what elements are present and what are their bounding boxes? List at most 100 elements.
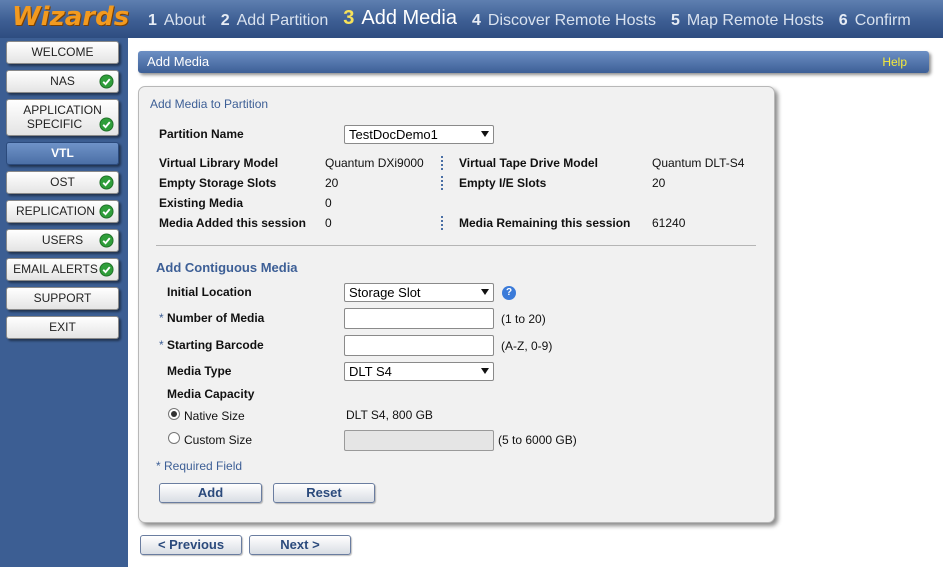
step-label: Confirm bbox=[854, 12, 911, 29]
virtual-tape-drive-model-label: Virtual Tape Drive Model bbox=[459, 156, 598, 170]
step-confirm[interactable]: 6 Confirm bbox=[839, 12, 911, 30]
step-label: Add Partition bbox=[236, 12, 329, 29]
step-number: 2 bbox=[220, 12, 230, 29]
check-icon bbox=[99, 262, 114, 277]
step-label: Discover Remote Hosts bbox=[487, 12, 656, 29]
column-separator bbox=[441, 176, 443, 190]
number-of-media-label: Number of Media bbox=[167, 311, 265, 325]
custom-size-input[interactable] bbox=[344, 430, 494, 451]
sidebar-item-replication[interactable]: REPLICATION bbox=[6, 200, 119, 223]
sidebar-item-label: NAS bbox=[50, 74, 75, 88]
add-media-form: Add Media to Partition Partition Name Te… bbox=[138, 86, 775, 523]
wizard-sidebar: WELCOME NAS APPLICATION SPECIFIC VTL OST… bbox=[0, 38, 128, 567]
step-add-partition[interactable]: 2 Add Partition bbox=[221, 12, 329, 30]
step-label: About bbox=[163, 12, 206, 29]
empty-storage-slots-value: 20 bbox=[325, 176, 339, 190]
custom-size-label: Custom Size bbox=[184, 433, 253, 447]
sidebar-item-label: OST bbox=[50, 175, 75, 189]
sidebar-item-email-alerts[interactable]: EMAIL ALERTS bbox=[6, 258, 119, 281]
starting-barcode-hint: (A-Z, 0-9) bbox=[501, 339, 553, 353]
section-divider bbox=[156, 245, 756, 246]
empty-storage-slots-label: Empty Storage Slots bbox=[159, 176, 277, 190]
column-separator bbox=[441, 216, 443, 230]
starting-barcode-label-group: * Starting Barcode bbox=[159, 338, 264, 352]
brand-logo: Wizards bbox=[12, 2, 130, 32]
step-label: Map Remote Hosts bbox=[686, 12, 824, 29]
custom-size-hint: (5 to 6000 GB) bbox=[498, 433, 577, 447]
virtual-library-model-value: Quantum DXi9000 bbox=[325, 156, 424, 170]
initial-location-select[interactable]: Storage Slot bbox=[344, 283, 494, 302]
existing-media-value: 0 bbox=[325, 196, 332, 210]
sidebar-item-label: VTL bbox=[51, 146, 74, 160]
partition-name-label: Partition Name bbox=[159, 127, 244, 141]
sidebar-item-nas[interactable]: NAS bbox=[6, 70, 119, 93]
step-discover-remote-hosts[interactable]: 4 Discover Remote Hosts bbox=[472, 12, 656, 30]
custom-size-radio[interactable] bbox=[168, 432, 180, 444]
number-of-media-label-group: * Number of Media bbox=[159, 311, 264, 325]
media-capacity-label: Media Capacity bbox=[167, 387, 255, 401]
sidebar-item-label: REPLICATION bbox=[15, 204, 96, 218]
partition-name-select[interactable]: TestDocDemo1 bbox=[344, 125, 494, 144]
sidebar-item-label: USERS bbox=[41, 233, 84, 247]
starting-barcode-input[interactable] bbox=[344, 335, 494, 356]
required-asterisk: * bbox=[159, 311, 164, 325]
media-type-value: DLT S4 bbox=[349, 364, 392, 379]
panel-title: Add Media bbox=[147, 54, 210, 69]
check-icon bbox=[99, 74, 114, 89]
number-of-media-hint: (1 to 20) bbox=[501, 312, 546, 326]
media-added-session-value: 0 bbox=[325, 216, 332, 230]
empty-ie-slots-value: 20 bbox=[652, 176, 666, 190]
sidebar-item-users[interactable]: USERS bbox=[6, 229, 119, 252]
required-field-note: * Required Field bbox=[156, 459, 243, 473]
partition-name-value: TestDocDemo1 bbox=[349, 127, 438, 142]
next-button[interactable]: Next > bbox=[249, 535, 351, 555]
panel-header: Add Media Help bbox=[138, 51, 929, 73]
media-remaining-session-label: Media Remaining this session bbox=[459, 216, 631, 230]
sidebar-item-label: SUPPORT bbox=[33, 291, 92, 305]
sidebar-item-exit[interactable]: EXIT bbox=[6, 316, 119, 339]
chevron-down-icon bbox=[481, 368, 489, 374]
sidebar-item-vtl[interactable]: VTL bbox=[6, 142, 119, 165]
column-separator bbox=[441, 156, 443, 170]
virtual-tape-drive-model-value: Quantum DLT-S4 bbox=[652, 156, 745, 170]
sidebar-item-label: APPLICATION bbox=[23, 103, 102, 117]
native-size-value: DLT S4, 800 GB bbox=[346, 408, 433, 422]
check-icon bbox=[99, 204, 114, 219]
check-icon bbox=[99, 233, 114, 248]
sidebar-item-label: EXIT bbox=[49, 320, 76, 334]
step-add-media[interactable]: 3 Add Media bbox=[343, 7, 457, 30]
native-size-radio[interactable] bbox=[168, 408, 180, 420]
chevron-down-icon bbox=[481, 131, 489, 137]
question-icon[interactable]: ? bbox=[502, 286, 516, 300]
media-added-session-label: Media Added this session bbox=[159, 216, 306, 230]
sidebar-item-application-specific[interactable]: APPLICATION SPECIFIC bbox=[6, 99, 119, 136]
media-type-label: Media Type bbox=[167, 364, 232, 378]
step-about[interactable]: 1 About bbox=[148, 12, 206, 30]
sidebar-item-welcome[interactable]: WELCOME bbox=[6, 41, 119, 64]
sidebar-item-label: EMAIL ALERTS bbox=[13, 262, 98, 276]
reset-button[interactable]: Reset bbox=[273, 483, 375, 503]
contiguous-media-heading: Add Contiguous Media bbox=[156, 260, 298, 275]
chevron-down-icon bbox=[481, 289, 489, 295]
previous-button[interactable]: < Previous bbox=[140, 535, 242, 555]
sidebar-item-ost[interactable]: OST bbox=[6, 171, 119, 194]
required-asterisk: * bbox=[159, 338, 164, 352]
step-number: 6 bbox=[838, 12, 848, 29]
step-number: 5 bbox=[670, 12, 680, 29]
step-label: Add Media bbox=[361, 7, 457, 29]
sidebar-item-label: SPECIFIC bbox=[26, 117, 83, 131]
existing-media-label: Existing Media bbox=[159, 196, 244, 210]
sidebar-item-support[interactable]: SUPPORT bbox=[6, 287, 119, 310]
help-link[interactable]: Help bbox=[882, 55, 907, 69]
step-number: 4 bbox=[471, 12, 481, 29]
wizard-steps: 1 About 2 Add Partition 3 Add Media 4 Di… bbox=[148, 7, 926, 31]
native-size-label: Native Size bbox=[184, 409, 245, 423]
media-remaining-session-value: 61240 bbox=[652, 216, 686, 230]
empty-ie-slots-label: Empty I/E Slots bbox=[459, 176, 547, 190]
media-type-select[interactable]: DLT S4 bbox=[344, 362, 494, 381]
step-map-remote-hosts[interactable]: 5 Map Remote Hosts bbox=[671, 12, 824, 30]
number-of-media-input[interactable] bbox=[344, 308, 494, 329]
add-button[interactable]: Add bbox=[159, 483, 262, 503]
starting-barcode-label: Starting Barcode bbox=[167, 338, 264, 352]
check-icon bbox=[99, 175, 114, 190]
